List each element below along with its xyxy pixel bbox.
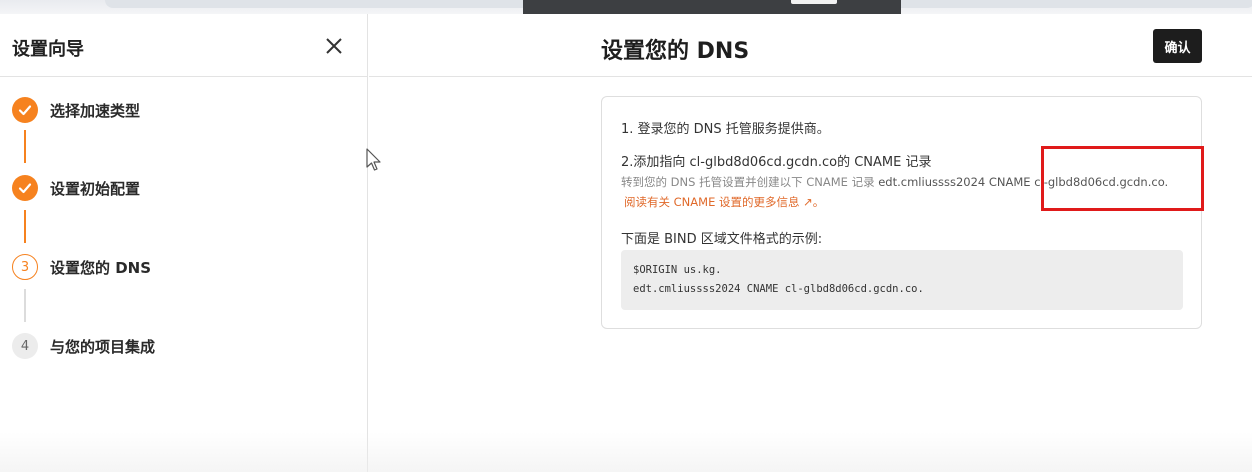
check-icon — [12, 175, 38, 201]
wizard-step-label: 与您的项目集成 — [50, 337, 156, 356]
main-content: 设置您的 DNS 确认 1. 登录您的 DNS 托管服务提供商。 2.添加指向 … — [369, 14, 1252, 472]
cname-record-value[interactable]: edt.cmliussss2024 CNAME cl-glbd8d06cd.gc… — [878, 175, 1168, 189]
wizard-step-label: 设置您的 DNS — [50, 258, 152, 277]
step-number: 4 — [12, 333, 38, 359]
confirm-button[interactable]: 确认 — [1153, 29, 1202, 63]
bind-example-label: 下面是 BIND 区域文件格式的示例: — [621, 232, 823, 247]
dns-instructions-card: 1. 登录您的 DNS 托管服务提供商。 2.添加指向 cl-glbd8d06c… — [601, 96, 1202, 329]
instruction-step-1: 1. 登录您的 DNS 托管服务提供商。 — [621, 122, 830, 137]
step-number: 3 — [12, 254, 38, 280]
wizard-step-1[interactable]: 选择加速类型 — [12, 96, 140, 124]
screen-share-handle — [791, 0, 837, 4]
sidebar-title: 设置向导 — [12, 39, 84, 60]
page-title: 设置您的 DNS — [601, 39, 750, 64]
step-connector — [24, 289, 26, 322]
step-connector — [24, 130, 26, 163]
wizard-step-4[interactable]: 4 与您的项目集成 — [12, 332, 155, 360]
cname-description: 转到您的 DNS 托管设置并创建以下 CNAME 记录 edt.cmliusss… — [621, 174, 1168, 190]
check-icon — [12, 97, 38, 123]
code-line: $ORIGIN us.kg. — [633, 264, 722, 276]
close-icon[interactable] — [324, 36, 344, 56]
step-connector — [24, 210, 26, 243]
sidebar-header: 设置向导 — [0, 14, 367, 77]
wizard-step-3[interactable]: 3 设置您的 DNS — [12, 253, 151, 281]
browser-top-strip — [0, 0, 1252, 14]
wizard-step-label: 设置初始配置 — [50, 179, 141, 198]
mouse-cursor-icon — [366, 148, 381, 171]
learn-more-link[interactable]: 阅读有关 CNAME 设置的更多信息 ↗。 — [624, 194, 824, 210]
wizard-step-2[interactable]: 设置初始配置 — [12, 174, 140, 202]
code-line: edt.cmliussss2024 CNAME cl-glbd8d06cd.gc… — [633, 283, 924, 295]
screen-share-bar — [523, 0, 901, 14]
bind-code-block[interactable]: $ORIGIN us.kg. edt.cmliussss2024 CNAME c… — [621, 250, 1183, 310]
instruction-step-2: 2.添加指向 cl-glbd8d06cd.gcdn.co的 CNAME 记录 — [621, 155, 932, 170]
main-header: 设置您的 DNS 确认 — [369, 14, 1252, 77]
wizard-step-label: 选择加速类型 — [50, 101, 141, 120]
cname-description-prefix: 转到您的 DNS 托管设置并创建以下 CNAME 记录 — [621, 175, 879, 189]
setup-wizard-sidebar: 设置向导 选择加速类型 设置初始配置 3 设置您的 DNS 4 与您的项目集成 — [0, 14, 368, 472]
